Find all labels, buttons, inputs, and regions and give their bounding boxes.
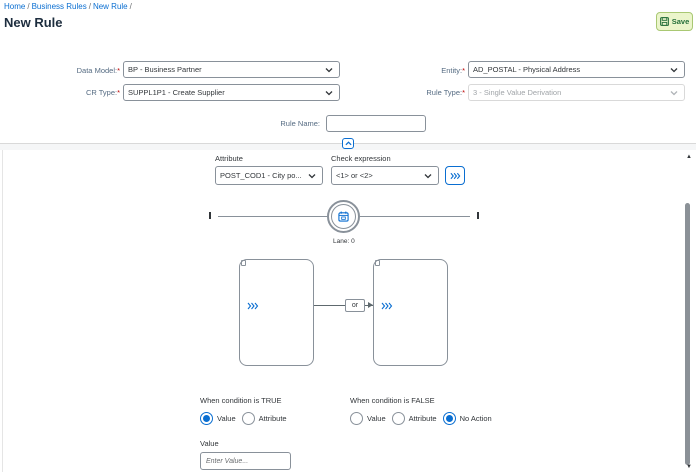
page-header: Home / Business Rules / New Rule / New Rule S… — [0, 0, 696, 143]
chevron-down-icon — [670, 91, 678, 96]
triple-chevron-right-icon[interactable] — [247, 302, 259, 310]
lane-line-right — [360, 216, 470, 217]
true-attribute-label: Attribute — [258, 414, 287, 423]
true-value-radio[interactable] — [200, 412, 213, 425]
false-attribute-label: Attribute — [408, 414, 437, 423]
entity-value: AD_POSTAL - Physical Address — [473, 65, 581, 74]
lane-start-marker — [209, 212, 211, 219]
checkbox-icon[interactable] — [241, 260, 246, 266]
check-expression-select[interactable]: <1> or <2> — [331, 166, 439, 185]
save-label: Save — [671, 17, 690, 26]
rule-name-label: Rule Name: — [280, 119, 320, 128]
operator-badge[interactable]: or — [345, 299, 365, 312]
save-icon — [659, 17, 669, 26]
rule-type-select: 3 - Single Value Derivation — [468, 84, 685, 101]
check-expression-value: <1> or <2> — [336, 171, 373, 180]
checkbox-icon[interactable] — [375, 260, 380, 266]
lane-end-marker — [477, 212, 479, 219]
data-model-select[interactable]: BP - Business Partner — [123, 61, 340, 78]
page-title: New Rule — [4, 15, 63, 30]
lane-line-left — [218, 216, 327, 217]
scroll-down-icon[interactable]: ▼ — [686, 464, 692, 470]
false-value-radio[interactable] — [350, 412, 363, 425]
rule-name-input[interactable] — [326, 115, 426, 132]
chevron-up-icon — [344, 141, 352, 146]
rule-type-value: 3 - Single Value Derivation — [473, 88, 562, 97]
check-expression-label: Check expression — [331, 154, 391, 163]
lane-label: Lane: 0 — [333, 238, 355, 245]
chevron-down-icon — [325, 91, 333, 96]
value-label: Value — [200, 439, 219, 448]
scroll-up-icon[interactable]: ▲ — [686, 154, 692, 160]
cr-type-value: SUPPL1P1 - Create Supplier — [128, 88, 225, 97]
true-attribute-radio[interactable] — [241, 412, 255, 425]
breadcrumb-separator: / — [129, 2, 132, 11]
triple-chevron-right-icon — [449, 172, 460, 179]
false-condition-label: When condition is FALSE — [350, 396, 435, 405]
true-value-label: Value — [217, 414, 236, 423]
collapse-header-button[interactable] — [342, 138, 354, 149]
false-option-group: Value Attribute No Action — [350, 412, 498, 425]
attribute-label: Attribute — [215, 154, 243, 163]
triple-chevron-right-icon[interactable] — [381, 302, 393, 310]
value-input[interactable]: Enter Value... — [200, 452, 291, 470]
breadcrumb-separator: / — [88, 2, 91, 11]
condition-node-2[interactable] — [373, 259, 448, 366]
chevron-down-icon — [325, 68, 333, 73]
breadcrumb-new-rule[interactable]: New Rule — [93, 2, 128, 11]
rule-type-label: Rule Type:* — [426, 88, 465, 97]
data-model-label: Data Model:* — [76, 66, 120, 75]
expand-expression-button[interactable] — [445, 166, 465, 185]
calendar-icon — [338, 211, 349, 222]
chevron-down-icon — [670, 68, 678, 73]
breadcrumb-business-rules[interactable]: Business Rules — [32, 2, 87, 11]
attribute-value: POST_COD1 - City po... — [220, 171, 302, 180]
breadcrumb: Home / Business Rules / New Rule / — [4, 2, 134, 11]
false-value-label: Value — [367, 414, 386, 423]
attribute-select[interactable]: POST_COD1 - City po... — [215, 166, 323, 185]
cr-type-select[interactable]: SUPPL1P1 - Create Supplier — [123, 84, 340, 101]
false-no-action-radio[interactable] — [442, 412, 456, 425]
scrollbar-thumb[interactable] — [685, 203, 690, 465]
true-condition-label: When condition is TRUE — [200, 396, 282, 405]
lane-node[interactable] — [327, 200, 360, 233]
data-model-value: BP - Business Partner — [128, 65, 202, 74]
chevron-down-icon — [424, 174, 432, 179]
false-attribute-radio[interactable] — [391, 412, 405, 425]
false-no-action-label: No Action — [459, 414, 492, 423]
breadcrumb-separator: / — [27, 2, 30, 11]
condition-node-1[interactable] — [239, 259, 314, 366]
breadcrumb-home[interactable]: Home — [4, 2, 25, 11]
entity-label: Entity:* — [441, 66, 465, 75]
entity-select[interactable]: AD_POSTAL - Physical Address — [468, 61, 685, 78]
true-option-group: Value Attribute — [200, 412, 293, 425]
chevron-down-icon — [308, 174, 316, 179]
save-button[interactable]: Save — [656, 12, 693, 31]
cr-type-label: CR Type:* — [85, 88, 120, 97]
